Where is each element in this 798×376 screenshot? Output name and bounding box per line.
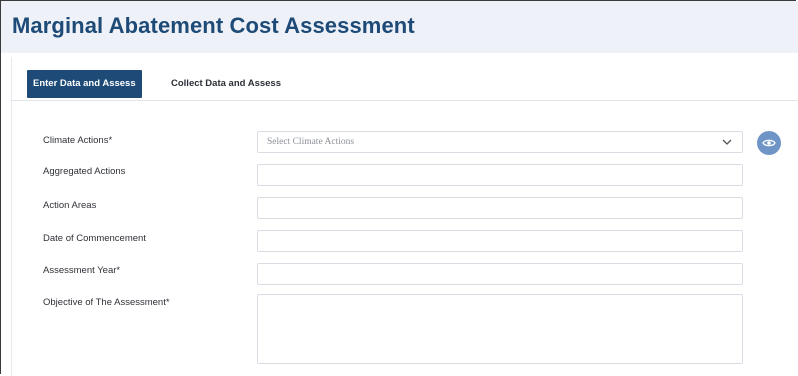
climate-actions-placeholder: Select Climate Actions [267,137,355,147]
tab-collect-data-and-assess[interactable]: Collect Data and Assess [165,70,287,98]
aggregated-actions-field[interactable] [257,164,743,186]
action-areas-field[interactable] [257,197,743,219]
date-of-commencement-label: Date of Commencement [43,233,146,244]
assessment-year-label: Assessment Year* [43,265,121,276]
assessment-year-field[interactable] [257,263,743,285]
page-title: Marginal Abatement Cost Assessment [12,13,415,38]
climate-actions-select[interactable]: Select Climate Actions [257,131,743,153]
tab-bar: Enter Data and Assess Collect Data and A… [11,66,798,101]
eye-icon [762,139,776,147]
aggregated-actions-label: Aggregated Actions [43,166,126,177]
page-header: Marginal Abatement Cost Assessment [1,1,798,53]
view-climate-actions-button[interactable] [757,131,781,155]
action-areas-label: Action Areas [43,200,97,211]
objective-label: Objective of The Assessment* [43,297,170,308]
objective-textarea[interactable] [257,294,743,364]
date-of-commencement-field[interactable] [257,230,743,252]
tab-enter-data-and-assess[interactable]: Enter Data and Assess [27,70,142,98]
chevron-down-icon [722,139,732,145]
climate-actions-label: Climate Actions* [43,135,113,146]
